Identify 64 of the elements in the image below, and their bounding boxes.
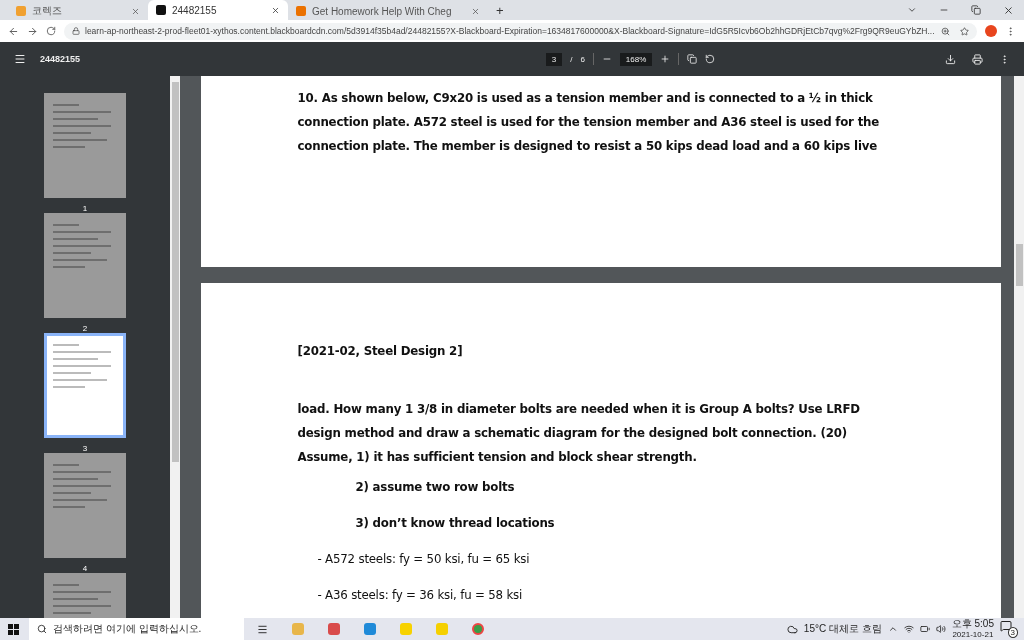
browser-tab[interactable]: 24482155 — [148, 0, 288, 20]
page-text-line: connection plate. A572 steel is used for the tension member and A36 steel is used for the — [297, 114, 881, 131]
zoom-field[interactable]: 168% — [619, 52, 653, 66]
browser-tab[interactable]: Get Homework Help With Cheg — [288, 2, 488, 20]
close-icon[interactable] — [271, 5, 280, 15]
thumbnail-number: 1 — [82, 204, 88, 213]
page-thumbnail[interactable] — [44, 333, 126, 438]
notification-count: 3 — [1007, 627, 1018, 638]
menu-icon[interactable] — [14, 53, 26, 65]
property-text: - A36 steels: fy = 36 ksi, fu = 58 ksi — [316, 587, 524, 604]
page-number-field[interactable]: 3 — [545, 52, 563, 66]
search-icon — [37, 624, 47, 634]
download-icon[interactable] — [945, 53, 956, 65]
thumbnail-number: 2 — [82, 324, 88, 333]
close-icon[interactable] — [471, 6, 480, 16]
volume-icon[interactable] — [935, 624, 946, 634]
browser-tab[interactable]: 코렉즈 — [8, 2, 148, 20]
page-text-line: Assume, 1) it has sufficient tension and block shear strength. — [297, 449, 698, 466]
back-icon[interactable] — [8, 25, 19, 37]
chevron-up-icon[interactable] — [887, 624, 898, 634]
assumption-text: 3) don’t know thread locations — [354, 515, 556, 532]
forward-icon[interactable] — [27, 25, 38, 37]
rotate-icon[interactable] — [705, 54, 716, 64]
page-thumbnail[interactable] — [44, 93, 126, 198]
notifications-button[interactable]: 3 — [1000, 620, 1018, 638]
restore-icon[interactable] — [971, 5, 981, 15]
page-text-line: 10. As shown below, C9x20 is used as a tension member and is connected to a ½ in thick — [297, 90, 874, 107]
cloud-icon — [786, 623, 798, 635]
clock-time: 오후 5:05 — [951, 618, 994, 629]
profile-avatar[interactable] — [985, 25, 997, 37]
page-total: 6 — [580, 54, 585, 64]
page-scrollbar[interactable] — [1014, 76, 1024, 618]
battery-icon[interactable] — [919, 624, 930, 634]
page-separator: / — [570, 54, 573, 64]
page-header: [2021-02, Steel Design 2] — [297, 343, 464, 360]
star-icon[interactable] — [960, 26, 969, 36]
close-icon[interactable] — [131, 6, 140, 16]
zoom-icon[interactable] — [941, 26, 950, 36]
close-icon[interactable] — [1003, 5, 1014, 16]
document-title: 24482155 — [40, 54, 81, 64]
reload-icon[interactable] — [46, 26, 56, 36]
search-placeholder: 검색하려면 여기에 입력하십시오. — [53, 622, 202, 636]
lock-icon — [72, 27, 80, 35]
page-thumbnail[interactable] — [44, 213, 126, 318]
taskbar-search-field[interactable]: 검색하려면 여기에 입력하십시오. — [29, 618, 244, 640]
clock-date: 2021-10-21 — [952, 629, 994, 640]
assumption-text: 2) assume two row bolts — [354, 479, 516, 496]
windows-start-icon[interactable] — [8, 623, 19, 635]
page-text-line: design method and draw a schematic diagram for the designed bolt connection. (20) — [297, 425, 848, 442]
zoom-in-icon[interactable] — [660, 54, 671, 64]
page-text-line: load. How many 1 3/8 in diameter bolts are needed when it is Group A bolts? Use LRFD — [297, 401, 861, 418]
weather-text: 15°C 대체로 흐림 — [803, 622, 882, 636]
page-text-line: connection plate. The member is designed to resist a 50 kips dead load and a 60 kips live — [297, 138, 879, 155]
network-icon[interactable] — [903, 624, 914, 634]
address-bar[interactable]: learn-ap-northeast-2-prod-fleet01-xythos.content.blackboardcdn.com/5d3914f35b4ad/24482155?X-Blackboard-Expiration=1634817600000&X-Blackboard-Signature=IdG5R5Icvb6Ob2hhGDRjEtCb7qvg%2Frg9QR9euGYbZH... — [64, 22, 977, 40]
chevron-down-icon[interactable] — [907, 5, 917, 15]
thumbnail-number: 3 — [82, 444, 88, 453]
property-text: - A572 steels: fy = 50 ksi, fu = 65 ksi — [316, 551, 531, 568]
thumbnail-number: 4 — [82, 564, 88, 573]
new-tab-button[interactable]: + — [488, 3, 504, 20]
print-icon[interactable] — [972, 53, 983, 65]
page-thumbnail[interactable] — [44, 453, 126, 558]
url-text: learn-ap-northeast-2-prod-fleet01-xythos.content.blackboardcdn.com/5d3914f35b4ad/24482155?X-Blackboard-Expiration=1634817600000&X-Blackboard-Signature=IdG5R5Icvb6Ob2hhGDRjEtCb7qvg%2Frg9QR9euGYbZH... — [85, 26, 935, 36]
sidebar-scrollbar[interactable] — [170, 76, 180, 618]
